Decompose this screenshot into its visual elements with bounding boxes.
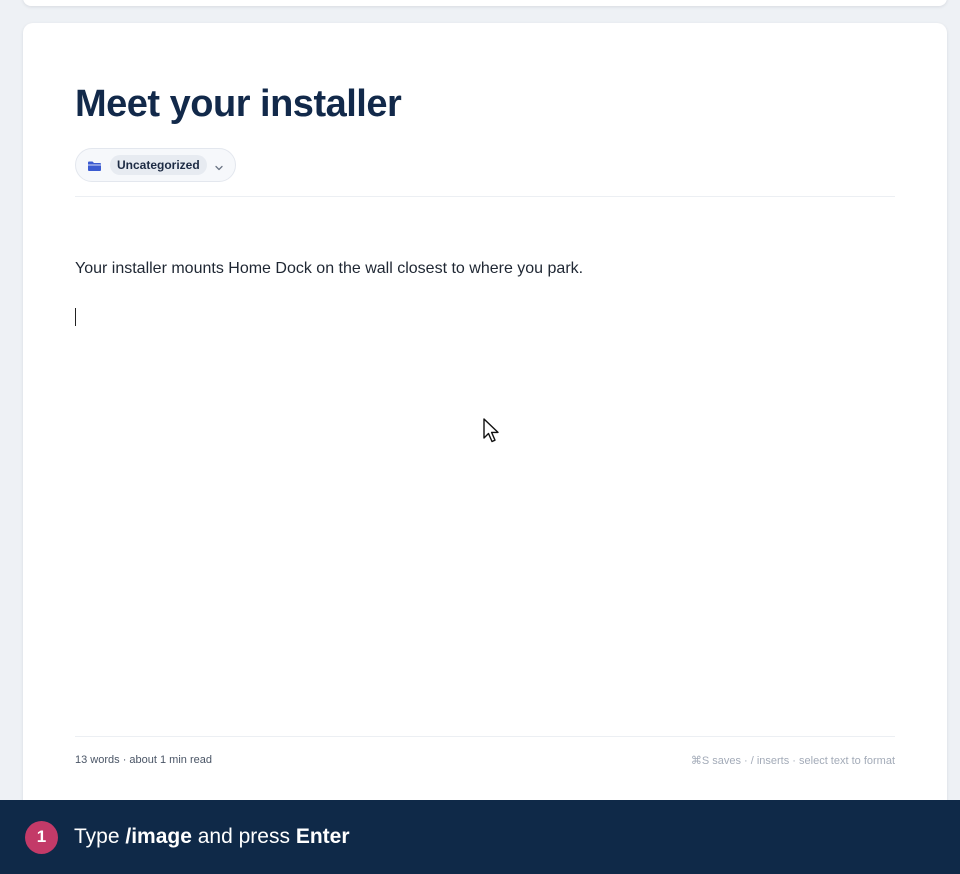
post-title[interactable]: Meet your installer: [75, 83, 402, 126]
editor-card: Meet your installer Uncategorized Your i…: [23, 23, 947, 823]
category-selector[interactable]: Uncategorized: [75, 148, 236, 182]
category-label: Uncategorized: [110, 155, 207, 175]
instruction-text: Type /image and press Enter: [74, 825, 350, 849]
instruction-prefix: Type: [74, 825, 126, 848]
footer-divider: [75, 736, 895, 737]
header-divider: [75, 196, 895, 197]
instruction-command: /image: [125, 825, 192, 848]
instruction-key: Enter: [295, 825, 350, 848]
chevron-down-icon[interactable]: [214, 160, 224, 171]
folder-icon: [87, 159, 102, 171]
word-count: 13 words · about 1 min read: [75, 754, 212, 766]
body-paragraph[interactable]: Your installer mounts Home Dock on the w…: [75, 260, 583, 278]
mouse-pointer-icon: [482, 418, 502, 444]
step-badge: 1: [25, 820, 58, 854]
text-caret: [75, 308, 76, 326]
previous-card-edge: [23, 0, 947, 6]
instruction-bar: 1 Type /image and press Enter: [0, 800, 960, 874]
instruction-middle: and press: [191, 825, 296, 848]
shortcut-hint: ⌘S saves · / inserts · select text to fo…: [690, 755, 895, 767]
